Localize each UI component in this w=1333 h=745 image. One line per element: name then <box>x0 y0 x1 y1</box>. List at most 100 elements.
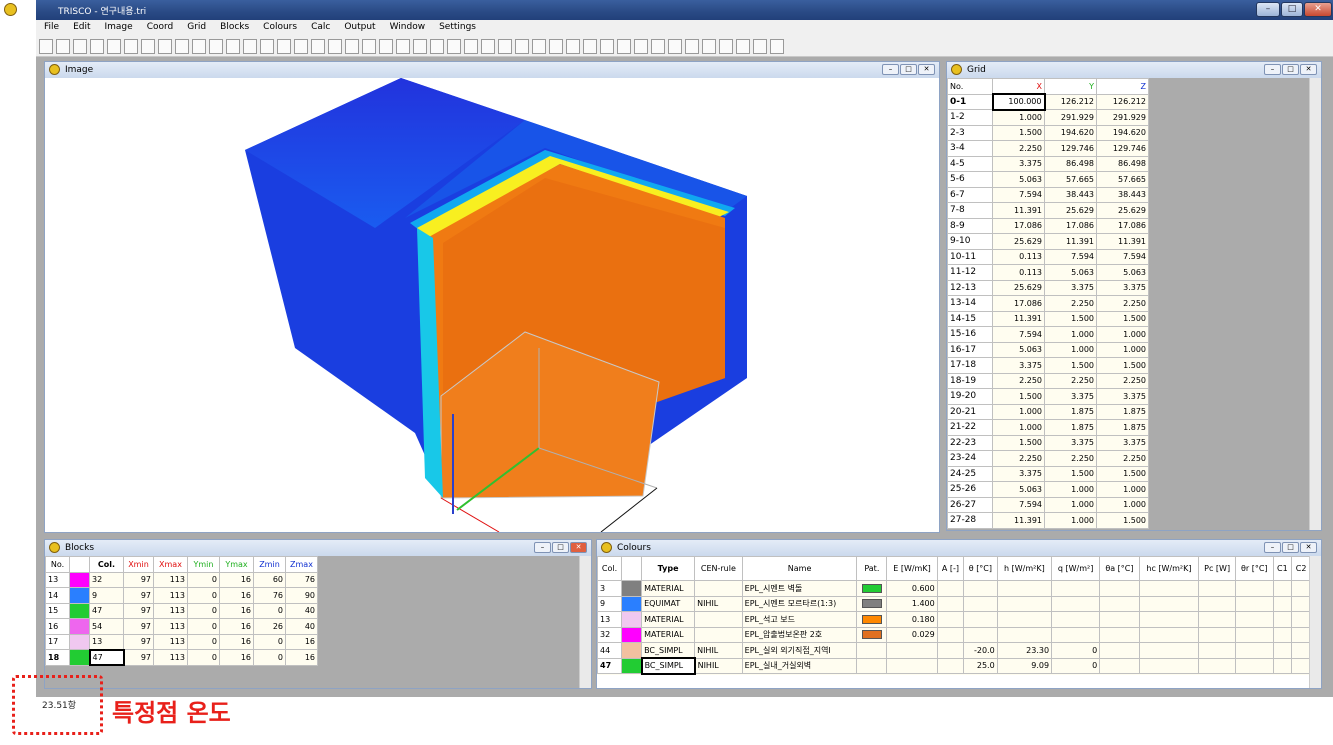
minimize-button[interactable]: – <box>1264 542 1281 553</box>
grid-cell[interactable]: 2.250 <box>1044 295 1097 312</box>
colour-theta[interactable] <box>963 595 998 612</box>
menu-item[interactable]: File <box>36 20 65 32</box>
block-cell[interactable]: 16 <box>219 649 254 666</box>
grid-cell[interactable]: 3.375 <box>992 357 1045 374</box>
colour-q[interactable] <box>1051 580 1101 597</box>
grid-cell[interactable]: 100.000 <box>991 93 1046 111</box>
toolbar-button[interactable] <box>413 39 427 54</box>
colour-cell[interactable] <box>1138 657 1200 674</box>
block-cell[interactable]: 0 <box>253 649 286 666</box>
grid-cell[interactable]: 0.113 <box>992 248 1045 265</box>
toolbar-button[interactable] <box>583 39 597 54</box>
grid-cell[interactable]: 7.594 <box>1096 248 1149 265</box>
grid-cell[interactable]: 194.620 <box>1044 124 1097 141</box>
colour-h[interactable] <box>996 611 1053 628</box>
block-cell[interactable]: 47 <box>88 648 125 666</box>
grid-cell[interactable]: 2.250 <box>1096 295 1149 312</box>
toolbar-button[interactable] <box>566 39 580 54</box>
grid-cell[interactable]: 1.500 <box>1096 512 1149 529</box>
grid-row-label[interactable]: 14-15 <box>947 310 993 327</box>
toolbar-button[interactable] <box>39 39 53 54</box>
thermal-3d-view[interactable] <box>45 78 939 532</box>
toolbar-button[interactable] <box>481 39 495 54</box>
grid-cell[interactable]: 2.250 <box>992 372 1045 389</box>
grid-cell[interactable]: 1.500 <box>1096 465 1149 482</box>
colour-q[interactable] <box>1051 611 1101 628</box>
grid-row[interactable]: 21-22 1.000 1.875 1.875 <box>947 419 1149 436</box>
toolbar-button[interactable] <box>56 39 70 54</box>
toolbar-button[interactable] <box>668 39 682 54</box>
colour-swatch[interactable] <box>621 657 643 674</box>
toolbar-button[interactable] <box>532 39 546 54</box>
grid-cell[interactable]: 129.746 <box>1096 140 1149 157</box>
grid-cell[interactable]: 1.875 <box>1044 403 1097 420</box>
colour-q[interactable] <box>1051 626 1101 643</box>
grid-row[interactable]: 9-10 25.629 11.391 11.391 <box>947 233 1149 250</box>
grid-cell[interactable]: 1.500 <box>1096 357 1149 374</box>
grid-row[interactable]: 17-18 3.375 1.500 1.500 <box>947 357 1149 374</box>
grid-row-label[interactable]: 17-18 <box>947 357 993 374</box>
grid-row-label[interactable]: 25-26 <box>947 481 993 498</box>
colour-cell[interactable] <box>1198 595 1237 612</box>
grid-cell[interactable]: 7.594 <box>992 496 1045 513</box>
toolbar-button[interactable] <box>685 39 699 54</box>
block-cell[interactable]: 16 <box>219 571 254 588</box>
toolbar-button[interactable] <box>311 39 325 54</box>
grid-cell[interactable]: 25.629 <box>992 279 1045 296</box>
close-button[interactable]: ✕ <box>1300 542 1317 553</box>
toolbar-button[interactable] <box>226 39 240 54</box>
colour-pattern[interactable] <box>856 580 888 597</box>
block-color-swatch[interactable] <box>69 633 90 650</box>
block-cell[interactable]: 90 <box>285 587 318 604</box>
colour-type[interactable]: BC_SIMPL <box>640 657 696 675</box>
colour-theta[interactable]: -20.0 <box>963 642 998 659</box>
grid-cell[interactable]: 2.250 <box>1044 372 1097 389</box>
grid-cell[interactable]: 126.212 <box>1044 93 1097 110</box>
colour-cell[interactable] <box>1272 657 1293 674</box>
colour-cen-rule[interactable] <box>694 626 743 643</box>
grid-row-label[interactable]: 22-23 <box>947 434 993 451</box>
block-cell[interactable]: 113 <box>153 571 188 588</box>
colour-cell[interactable] <box>1235 580 1274 597</box>
close-button[interactable]: ✕ <box>1304 2 1332 17</box>
grid-cell[interactable]: 11.391 <box>1096 233 1149 250</box>
grid-row[interactable]: 6-7 7.594 38.443 38.443 <box>947 186 1149 203</box>
grid-cell[interactable]: 1.000 <box>1096 496 1149 513</box>
grid-row[interactable]: 4-5 3.375 86.498 86.498 <box>947 155 1149 172</box>
toolbar-button[interactable] <box>447 39 461 54</box>
grid-row-label[interactable]: 8-9 <box>947 217 993 234</box>
toolbar-button[interactable] <box>277 39 291 54</box>
grid-cell[interactable]: 1.500 <box>992 124 1045 141</box>
colours-row[interactable]: 32 MATERIAL EPL_압출법보온판 2호 0.029 <box>597 626 1311 643</box>
colour-cell[interactable] <box>1099 626 1140 643</box>
colour-cell[interactable] <box>1099 642 1140 659</box>
grid-cell[interactable]: 3.375 <box>992 155 1045 172</box>
menu-item[interactable]: Calc <box>303 20 336 32</box>
colour-q[interactable]: 0 <box>1051 657 1101 674</box>
toolbar-button[interactable] <box>90 39 104 54</box>
grid-row[interactable]: 23-24 2.250 2.250 2.250 <box>947 450 1149 467</box>
grid-row[interactable]: 27-28 11.391 1.000 1.500 <box>947 512 1149 529</box>
colour-cen-rule[interactable]: NIHIL <box>694 642 743 659</box>
menu-item[interactable]: Output <box>336 20 381 32</box>
grid-row[interactable]: 13-14 17.086 2.250 2.250 <box>947 295 1149 312</box>
grid-cell[interactable]: 1.000 <box>1044 481 1097 498</box>
colour-pattern[interactable] <box>856 611 888 628</box>
colour-swatch[interactable] <box>621 642 643 659</box>
grid-cell[interactable]: 11.391 <box>992 512 1045 529</box>
grid-row-label[interactable]: 6-7 <box>947 186 993 203</box>
grid-row-label[interactable]: 12-13 <box>947 279 993 296</box>
colour-swatch[interactable] <box>621 611 643 628</box>
colour-cell[interactable] <box>1291 611 1311 628</box>
grid-row-label[interactable]: 10-11 <box>947 248 993 265</box>
grid-row-label[interactable]: 2-3 <box>947 124 993 141</box>
grid-cell[interactable]: 3.375 <box>1044 279 1097 296</box>
colour-cell[interactable] <box>1291 580 1311 597</box>
grid-row-label[interactable]: 9-10 <box>947 233 993 250</box>
grid-cell[interactable]: 7.594 <box>992 186 1045 203</box>
colour-cell[interactable] <box>1291 657 1311 674</box>
colour-cell[interactable] <box>936 657 965 674</box>
grid-cell[interactable]: 194.620 <box>1096 124 1149 141</box>
block-cell[interactable]: 0 <box>187 649 220 666</box>
grid-cell[interactable]: 1.500 <box>1096 310 1149 327</box>
